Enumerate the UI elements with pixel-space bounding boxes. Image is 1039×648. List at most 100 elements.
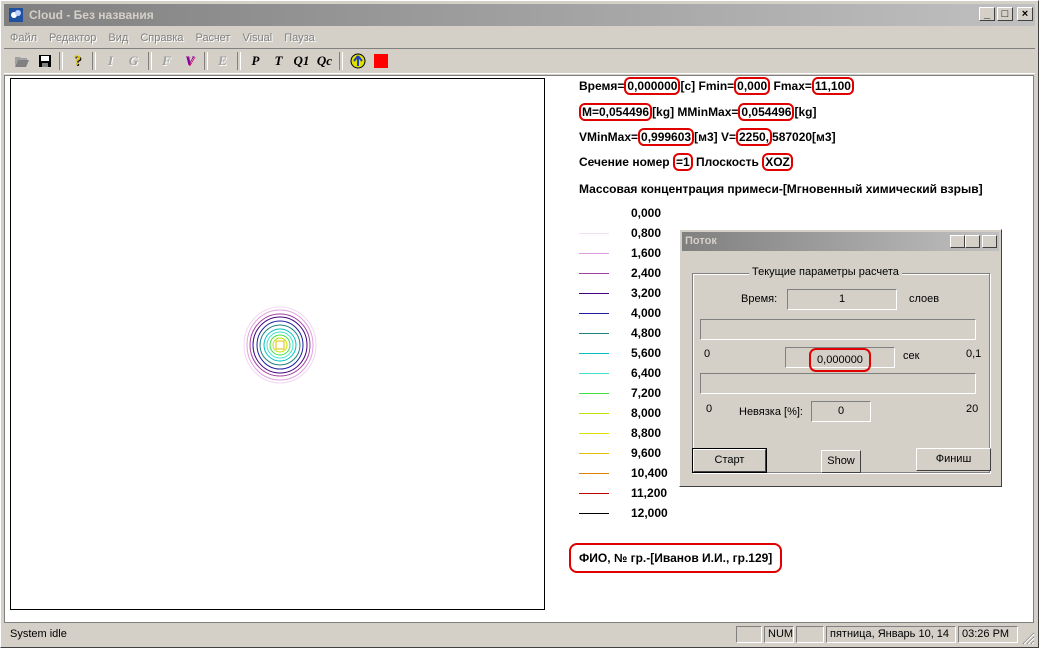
info-line-1: Время= 0,000000 [c] Fmin= 0,000 Fmax= 11,100 [579, 77, 854, 95]
status-bar: System idle NUM пятница, Январь 10, 14 0… [4, 625, 1035, 645]
open-icon[interactable] [10, 50, 33, 72]
contour-2-4 [249, 313, 311, 377]
help-icon[interactable]: ? [66, 50, 89, 72]
range-max-label: 0,1 [966, 348, 982, 360]
legend-value: 11,200 [631, 486, 668, 500]
menu-pause[interactable]: Пауза [278, 32, 321, 44]
legend-swatch [579, 333, 609, 334]
legend-swatch [579, 513, 609, 514]
legend-item: 8,000 [579, 403, 679, 423]
legend-swatch [579, 353, 609, 354]
legend-value: 12,000 [631, 506, 668, 520]
minimize-button[interactable]: _ [979, 7, 995, 21]
dialog-minimize-button[interactable]: _ [950, 235, 965, 248]
main-window: Cloud - Без названия _ □ × Файл Редактор… [0, 0, 1039, 648]
num-indicator: NUM [764, 626, 794, 643]
fmin-value: 0,000 [734, 77, 771, 95]
legend-value: 7,200 [631, 386, 662, 400]
finish-button[interactable]: Финиш [916, 448, 991, 471]
legend-value: 2,400 [631, 266, 662, 280]
legend-value: 4,000 [631, 306, 662, 320]
menu-file[interactable]: Файл [4, 32, 43, 44]
legend-item: 0,000 [579, 203, 679, 223]
legend-swatch [579, 373, 609, 374]
contour-center [275, 340, 285, 350]
volume-rest: 587020[м3] [772, 130, 836, 144]
legend-item: 10,400 [579, 463, 679, 483]
qc-icon[interactable]: Qc [313, 50, 336, 72]
plot-area[interactable] [10, 78, 545, 610]
residual-min-label: 0 [706, 403, 713, 415]
section-label: Сечение номер [579, 155, 673, 169]
legend-swatch [579, 493, 609, 494]
dialog-close-button[interactable]: × [982, 235, 997, 248]
fmax-value: 11,100 [811, 77, 854, 95]
legend-swatch [579, 473, 609, 474]
time-value: 0,000000 [624, 77, 681, 95]
app-icon [9, 8, 23, 22]
mass-unit: [kg] [652, 105, 675, 119]
legend-item: 5,600 [579, 343, 679, 363]
resize-grip-icon[interactable] [1021, 631, 1035, 645]
contour-4-8 [259, 324, 301, 366]
dialog-title: Поток [685, 235, 717, 247]
legend-item: 8,800 [579, 423, 679, 443]
close-button[interactable]: × [1017, 7, 1033, 21]
legend-swatch [579, 253, 609, 254]
t-icon[interactable]: T [267, 50, 290, 72]
contour-0-8 [243, 306, 317, 384]
legend-value: 1,600 [631, 246, 662, 260]
menu-help[interactable]: Справка [134, 32, 189, 44]
volume-value: 2250, [735, 128, 773, 146]
save-icon[interactable] [33, 50, 56, 72]
q1-icon[interactable]: Q1 [290, 50, 313, 72]
section-value: =1 [672, 153, 693, 171]
vminmax-unit: [м3] [694, 130, 718, 144]
window-title: Cloud - Без названия [29, 8, 154, 22]
contour-6-4 [266, 331, 294, 359]
contour-8-0 [272, 337, 288, 353]
legend-item: 4,800 [579, 323, 679, 343]
dialog-maximize-button[interactable]: □ [965, 235, 980, 248]
plane-value: XOZ [762, 153, 793, 171]
maximize-button[interactable]: □ [997, 7, 1013, 21]
fmin-label: Fmin= [698, 79, 735, 93]
flow-dialog: Поток _ □ × Текущие параметры расчета Вр… [679, 229, 1002, 487]
residual-label: Невязка [%]: [739, 406, 803, 418]
menu-visual[interactable]: Visual [236, 32, 278, 44]
legend-item: 2,400 [579, 263, 679, 283]
p-icon[interactable]: P [244, 50, 267, 72]
legend-item: 4,000 [579, 303, 679, 323]
i-icon[interactable]: I [99, 50, 122, 72]
menu-calc[interactable]: Расчет [189, 32, 236, 44]
info-line-2: M=0,054496 [kg] MMinMax= 0,054496 [kg] [579, 103, 816, 121]
contour-5-6 [263, 328, 297, 362]
v-icon[interactable]: V [178, 50, 201, 72]
show-button[interactable]: Show [821, 450, 861, 473]
stop-icon[interactable] [369, 50, 392, 72]
dialog-title-bar[interactable]: Поток _ □ × [682, 232, 999, 251]
status-panel-empty [736, 626, 762, 643]
g-icon[interactable]: G [122, 50, 145, 72]
start-button[interactable]: Старт [692, 448, 767, 473]
run-icon[interactable] [346, 50, 369, 72]
toolbar-separator [204, 52, 208, 70]
e-icon[interactable]: E [211, 50, 234, 72]
menu-view[interactable]: Вид [102, 32, 134, 44]
title-bar[interactable]: Cloud - Без названия _ □ × [4, 4, 1035, 26]
volume-label: V= [720, 130, 736, 144]
info-line-3: VMinMax= 0,999603 [м3] V= 2250, 587020[м3] [579, 128, 836, 146]
toolbar-separator [339, 52, 343, 70]
mass-value: M=0,054496 [579, 103, 653, 121]
legend-swatch [579, 313, 609, 314]
status-text: System idle [10, 628, 67, 640]
status-panel-blank [796, 626, 824, 643]
legend-value: 6,400 [631, 366, 662, 380]
vminmax-value: 0,999603 [638, 128, 695, 146]
menu-edit[interactable]: Редактор [43, 32, 102, 44]
f-icon[interactable]: F [155, 50, 178, 72]
legend-value: 0,800 [631, 226, 662, 240]
fio-line: ФИО, № гр.-[Иванов И.И., гр.129] [569, 543, 783, 573]
time-panel: 03:26 PM [958, 626, 1018, 643]
legend-swatch [579, 413, 609, 414]
